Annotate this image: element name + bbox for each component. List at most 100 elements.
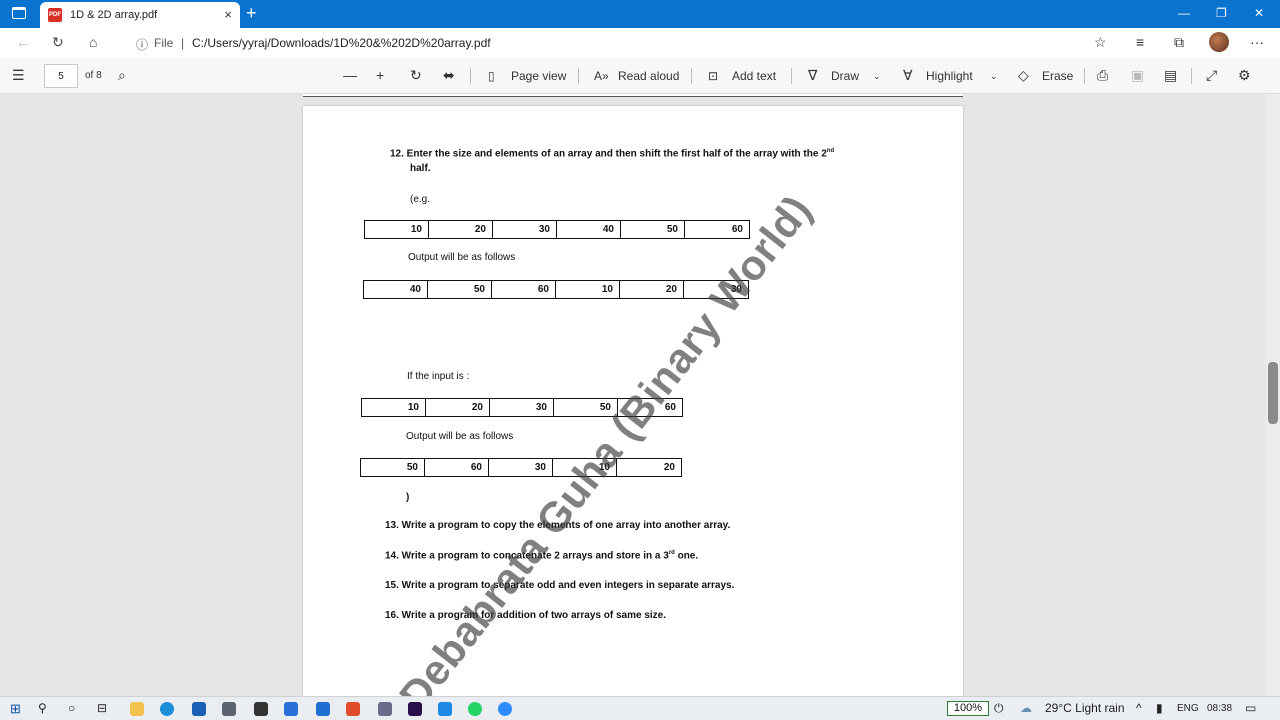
- back-icon[interactable]: ←: [16, 34, 30, 50]
- array-cell: 50: [621, 221, 685, 238]
- question-12-line-2: half.: [410, 163, 431, 174]
- start-windows-icon[interactable]: ⊞: [10, 701, 21, 717]
- erase-icon: ◇: [1018, 67, 1029, 83]
- url-field[interactable]: C:/Users/yyraj/Downloads/1D%20&%202D%20a…: [192, 36, 491, 50]
- read-aloud-button[interactable]: Read aloud: [618, 69, 679, 83]
- rotate-icon[interactable]: ↻: [410, 67, 422, 84]
- browser-tab[interactable]: PDF 1D & 2D array.pdf ×: [40, 2, 240, 28]
- favorites-list-icon[interactable]: ≡: [1136, 34, 1144, 50]
- settings-gear-icon[interactable]: ⚙: [1238, 67, 1251, 84]
- toolbar-divider: [578, 68, 579, 84]
- array-cell: 30: [489, 459, 553, 476]
- zoom-level-badge: 100%: [947, 701, 989, 716]
- highlight-button[interactable]: Highlight: [926, 69, 973, 83]
- more-menu-icon[interactable]: ···: [1250, 34, 1264, 50]
- chevron-up-icon[interactable]: ^: [1136, 701, 1142, 715]
- vscode-icon[interactable]: [438, 702, 452, 716]
- title-bar: PDF 1D & 2D array.pdf × + — ❐ ✕: [0, 0, 1280, 28]
- task-view-icon[interactable]: ⊟: [97, 701, 107, 715]
- whatsapp-icon[interactable]: [468, 702, 482, 716]
- toolbar-divider: [1084, 68, 1085, 84]
- windows-taskbar: ⊞ ⚲ ○ ⊟ ⏻ ☁ 29°C Light rain ^ ▮ ENG 08:3…: [0, 696, 1280, 720]
- page-view-icon: ▯: [488, 69, 495, 83]
- app-icon[interactable]: [284, 702, 298, 716]
- launcher-icon[interactable]: [316, 702, 330, 716]
- array-cell: 40: [364, 281, 428, 298]
- language-indicator[interactable]: ENG: [1177, 703, 1199, 714]
- fit-page-icon[interactable]: ⬌: [443, 67, 455, 84]
- array-cell: 20: [429, 221, 493, 238]
- window-menu-icon[interactable]: [12, 7, 26, 19]
- highlight-chevron-down-icon[interactable]: ⌄: [990, 71, 998, 82]
- draw-button[interactable]: Draw: [831, 69, 859, 83]
- mail-icon[interactable]: [192, 702, 206, 716]
- info-icon[interactable]: ⓘ: [136, 36, 148, 53]
- pdf-toolbar: ☰ 5 of 8 ⌕ — + ↻ ⬌ ▯ Page view A» Read a…: [0, 58, 1280, 94]
- zoom-out-icon[interactable]: —: [343, 67, 357, 83]
- array-cell: 30: [490, 399, 554, 416]
- erase-button[interactable]: Erase: [1042, 69, 1073, 83]
- save-icon[interactable]: ▣: [1131, 67, 1144, 84]
- zoom-in-icon[interactable]: +: [376, 67, 384, 83]
- tab-close-icon[interactable]: ×: [224, 7, 232, 22]
- calculator-icon[interactable]: [222, 702, 236, 716]
- add-text-icon: ⊡: [708, 69, 719, 83]
- add-text-button[interactable]: Add text: [732, 69, 776, 83]
- app-icon-2[interactable]: [378, 702, 392, 716]
- file-label: File: [154, 36, 174, 50]
- file-explorer-icon[interactable]: [130, 702, 144, 716]
- output-label-2: Output will be as follows: [406, 431, 514, 442]
- array-cell: 10: [556, 281, 620, 298]
- question-12-line-1: 12. Enter the size and elements of an ar…: [390, 148, 835, 160]
- array-output-2: 50 60 30 10 20: [360, 458, 682, 477]
- toolbar-divider: [1191, 68, 1192, 84]
- premiere-icon[interactable]: [408, 702, 422, 716]
- scrollbar-thumb[interactable]: [1268, 362, 1278, 424]
- new-tab-button[interactable]: +: [246, 3, 257, 24]
- favorite-icon[interactable]: ☆: [1094, 34, 1107, 51]
- toolbar-divider: [691, 68, 692, 84]
- example-label: (e.g.: [410, 194, 431, 205]
- minimize-icon[interactable]: —: [1178, 6, 1190, 20]
- close-window-icon[interactable]: ✕: [1254, 6, 1264, 20]
- save-as-icon[interactable]: ▤: [1164, 67, 1177, 84]
- zoom-app-icon[interactable]: [498, 702, 512, 716]
- array-cell: 30: [493, 221, 557, 238]
- refresh-icon[interactable]: ↻: [52, 34, 64, 51]
- draw-icon: ∇: [808, 67, 818, 83]
- question-16: 16. Write a program for addition of two …: [385, 610, 666, 621]
- fullscreen-icon[interactable]: ⤢: [1206, 67, 1217, 84]
- address-separator: |: [181, 36, 185, 50]
- array-cell: 60: [425, 459, 489, 476]
- page-number-input[interactable]: 5: [44, 64, 78, 88]
- collections-icon[interactable]: ⧉: [1174, 34, 1184, 51]
- draw-chevron-down-icon[interactable]: ⌄: [873, 71, 881, 82]
- weather-text[interactable]: 29°C Light rain: [1045, 701, 1125, 715]
- profile-avatar[interactable]: [1209, 32, 1229, 52]
- search-icon[interactable]: ⌕: [118, 67, 126, 84]
- array-cell: 50: [361, 459, 425, 476]
- maximize-icon[interactable]: ❐: [1216, 6, 1227, 20]
- read-aloud-icon: A»: [594, 69, 609, 83]
- question-15: 15. Write a program to separate odd and …: [385, 580, 735, 591]
- address-bar: ← ↻ ⌂ ⓘ File | C:/Users/yyraj/Downloads/…: [0, 28, 1280, 58]
- tab-title: 1D & 2D array.pdf: [70, 9, 158, 21]
- home-icon[interactable]: ⌂: [89, 34, 97, 50]
- page-view-button[interactable]: Page view: [511, 69, 566, 83]
- toolbar-divider: [791, 68, 792, 84]
- notifications-icon[interactable]: ▭: [1245, 701, 1256, 715]
- contents-icon[interactable]: ☰: [12, 67, 25, 84]
- clock[interactable]: 08:38: [1207, 703, 1232, 714]
- array-input-1: 10 20 30 40 50 60: [364, 220, 750, 239]
- brave-icon[interactable]: [346, 702, 360, 716]
- edge-icon[interactable]: [160, 702, 174, 716]
- output-label-1: Output will be as follows: [408, 252, 516, 263]
- array-cell: 60: [731, 224, 743, 235]
- search-icon[interactable]: ⚲: [38, 701, 47, 715]
- cortana-icon[interactable]: ○: [68, 701, 75, 715]
- battery-icon[interactable]: ▮: [1156, 701, 1163, 715]
- print-icon[interactable]: ⎙: [1097, 67, 1108, 84]
- power-icon[interactable]: ⏻: [994, 701, 1004, 716]
- highlight-icon: ∀: [903, 67, 913, 83]
- notion-icon[interactable]: [254, 702, 268, 716]
